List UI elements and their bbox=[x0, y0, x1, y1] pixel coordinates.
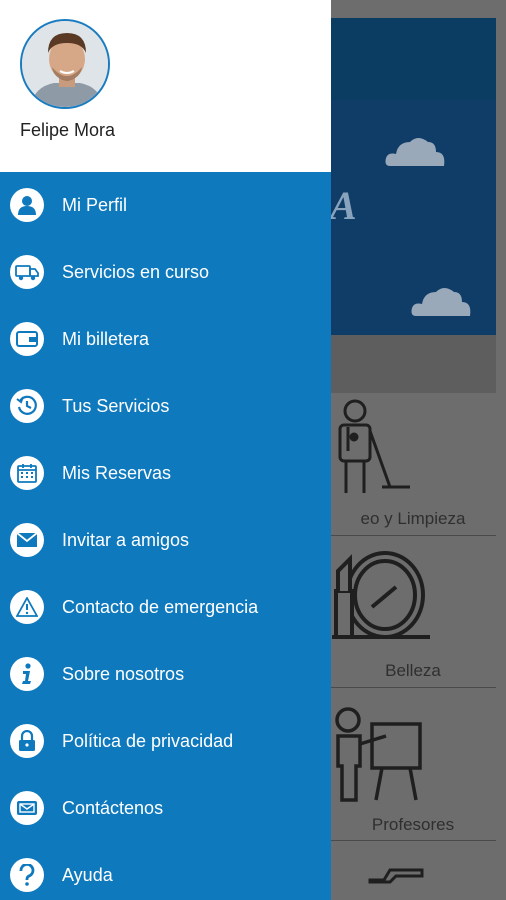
menu-label: Mis Reservas bbox=[62, 463, 172, 483]
menu-label: Contacto de emergencia bbox=[62, 597, 259, 617]
menu-item-contactenos[interactable]: Contáctenos bbox=[0, 775, 331, 842]
menu-item-sobre-nosotros[interactable]: Sobre nosotros bbox=[0, 641, 331, 708]
divider bbox=[330, 687, 496, 688]
help-icon bbox=[10, 858, 44, 892]
category-teachers[interactable]: Profesores bbox=[330, 700, 496, 840]
menu-item-invitar-a-amigos[interactable]: Invitar a amigos bbox=[0, 507, 331, 574]
cloud-icon bbox=[385, 138, 445, 166]
menu-label: Tus Servicios bbox=[62, 396, 170, 416]
menu-item-servicios-en-curso[interactable]: Servicios en curso bbox=[0, 239, 331, 306]
navigation-drawer: Felipe Mora Mi Perfil Servicios en curso… bbox=[0, 0, 331, 900]
truck-icon bbox=[10, 255, 44, 289]
menu-item-ayuda[interactable]: Ayuda bbox=[0, 842, 331, 900]
divider bbox=[330, 535, 496, 536]
info-icon bbox=[10, 657, 44, 691]
drawer-profile-header: Felipe Mora bbox=[0, 0, 331, 172]
menu-item-politica-de-privacidad[interactable]: Política de privacidad bbox=[0, 708, 331, 775]
lipstick-mirror-icon bbox=[332, 551, 430, 639]
menu-label: Contáctenos bbox=[62, 798, 164, 818]
menu-label: Mi billetera bbox=[62, 329, 150, 349]
service-icon bbox=[368, 868, 424, 884]
menu-item-tus-servicios[interactable]: Tus Servicios bbox=[0, 373, 331, 440]
category-label: Profesores bbox=[371, 815, 455, 834]
teacher-icon bbox=[335, 707, 422, 802]
user-icon bbox=[10, 188, 44, 222]
menu-label: Política de privacidad bbox=[62, 731, 234, 751]
user-photo bbox=[22, 21, 108, 107]
menu-label: Sobre nosotros bbox=[62, 664, 185, 684]
category-beauty[interactable]: Belleza bbox=[330, 545, 496, 685]
banner-letter: A bbox=[330, 183, 357, 228]
category-label: Belleza bbox=[385, 661, 441, 680]
envelope-icon bbox=[10, 523, 44, 557]
cleaning-person-icon bbox=[338, 399, 410, 493]
lock-icon bbox=[10, 724, 44, 758]
divider bbox=[330, 840, 496, 841]
menu-label: Ayuda bbox=[62, 865, 113, 885]
menu-item-mi-billetera[interactable]: Mi billetera bbox=[0, 306, 331, 373]
cloud-icon bbox=[411, 288, 471, 316]
mail-icon bbox=[10, 791, 44, 825]
avatar[interactable] bbox=[20, 19, 110, 109]
calendar-icon bbox=[10, 456, 44, 490]
menu-label: Invitar a amigos bbox=[62, 530, 190, 550]
category-label: eo y Limpieza bbox=[360, 509, 466, 528]
menu-item-mis-reservas[interactable]: Mis Reservas bbox=[0, 440, 331, 507]
history-icon bbox=[10, 389, 44, 423]
warning-icon bbox=[10, 590, 44, 624]
menu-item-contacto-de-emergencia[interactable]: Contacto de emergencia bbox=[0, 574, 331, 641]
user-name: Felipe Mora bbox=[20, 120, 116, 140]
menu-label: Servicios en curso bbox=[62, 262, 210, 282]
wallet-icon bbox=[10, 322, 44, 356]
category-cleaning[interactable]: eo y Limpieza bbox=[330, 395, 496, 535]
menu-label: Mi Perfil bbox=[62, 195, 128, 215]
menu-item-mi-perfil[interactable]: Mi Perfil bbox=[0, 172, 331, 239]
